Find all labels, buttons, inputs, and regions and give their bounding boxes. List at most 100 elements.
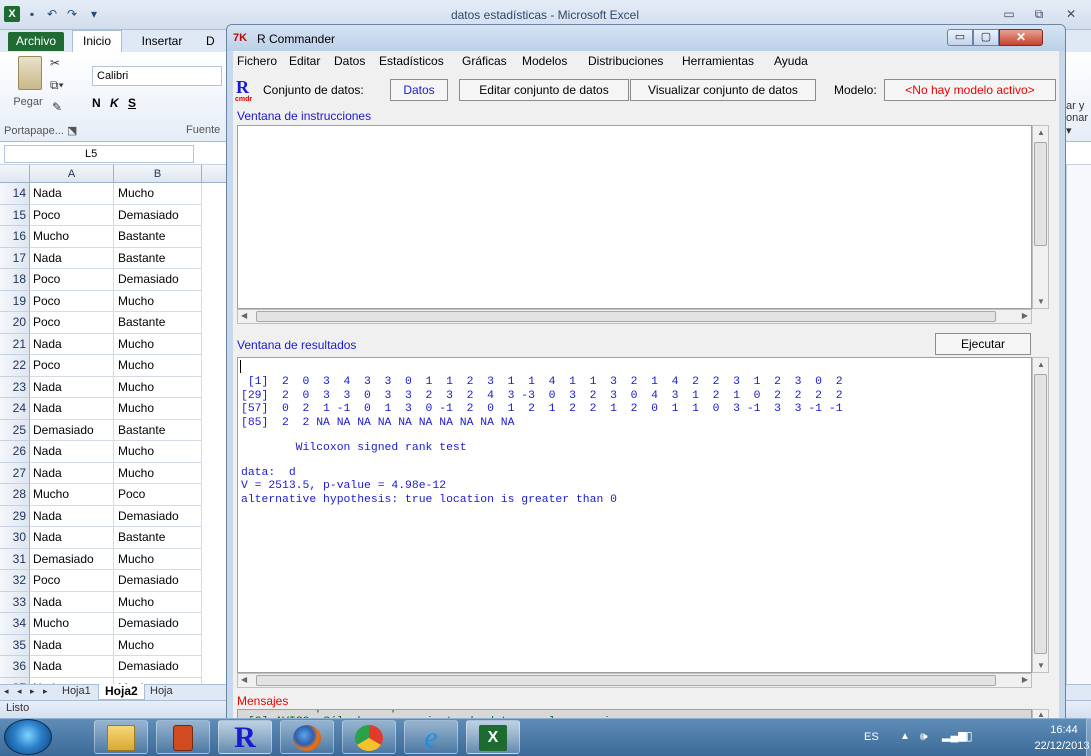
cell-b[interactable]: Demasiado bbox=[114, 204, 202, 226]
rcommander-title-bar[interactable] bbox=[227, 25, 1065, 51]
cell-a[interactable]: Demasiado bbox=[30, 419, 114, 441]
output-vertical-scrollbar[interactable]: ▲ ▼ bbox=[1032, 357, 1049, 673]
cell-a[interactable]: Nada bbox=[30, 656, 114, 678]
row-header[interactable]: 22 bbox=[0, 355, 30, 377]
row-header[interactable]: 26 bbox=[0, 441, 30, 463]
row-header[interactable]: 14 bbox=[0, 183, 30, 205]
cell-b[interactable]: Bastante bbox=[114, 527, 202, 549]
cell-a[interactable]: Nada bbox=[30, 183, 114, 205]
cell-a[interactable]: Nada bbox=[30, 634, 114, 656]
bold-button[interactable]: N bbox=[92, 96, 106, 110]
taskbar-excel[interactable]: X bbox=[466, 720, 520, 754]
cell-a[interactable]: Nada bbox=[30, 505, 114, 527]
name-box[interactable]: L5 bbox=[4, 145, 194, 163]
row-header[interactable]: 18 bbox=[0, 269, 30, 291]
cell-b[interactable]: Bastante bbox=[114, 247, 202, 269]
menu-datos[interactable]: Datos bbox=[334, 54, 365, 68]
column-header-b[interactable]: B bbox=[114, 165, 202, 183]
tab-diseno[interactable]: D bbox=[206, 30, 226, 52]
row-header[interactable]: 23 bbox=[0, 376, 30, 398]
row-header[interactable]: 21 bbox=[0, 333, 30, 355]
language-indicator[interactable]: ES bbox=[864, 731, 879, 743]
tab-insertar[interactable]: Insertar bbox=[132, 30, 192, 52]
tab-inicio[interactable]: Inicio bbox=[72, 30, 122, 52]
cell-b[interactable]: Mucho bbox=[114, 376, 202, 398]
format-painter-icon[interactable]: ✎ bbox=[52, 100, 62, 114]
cell-a[interactable]: Mucho bbox=[30, 613, 114, 635]
ribbon-right-label-2[interactable]: onar ▾ bbox=[1066, 112, 1091, 137]
row-header[interactable]: 29 bbox=[0, 505, 30, 527]
row-header[interactable]: 27 bbox=[0, 462, 30, 484]
menu-distribuciones[interactable]: Distribuciones bbox=[588, 54, 663, 68]
row-header[interactable]: 34 bbox=[0, 613, 30, 635]
scroll-thumb[interactable] bbox=[256, 675, 996, 686]
tab-archivo[interactable]: Archivo bbox=[8, 32, 64, 51]
taskbar-chrome[interactable] bbox=[342, 720, 396, 754]
instructions-textarea[interactable] bbox=[237, 125, 1032, 309]
scroll-right-icon[interactable]: ▶ bbox=[1022, 311, 1028, 320]
row-header[interactable]: 36 bbox=[0, 656, 30, 678]
menu-graficas[interactable]: Gráficas bbox=[462, 54, 507, 68]
instructions-vertical-scrollbar[interactable]: ▲ ▼ bbox=[1032, 125, 1049, 309]
cell-a[interactable]: Mucho bbox=[30, 226, 114, 248]
sheet-tab-hoja1[interactable]: Hoja1 bbox=[62, 685, 91, 697]
taskbar-firefox[interactable] bbox=[280, 720, 334, 754]
cell-b[interactable]: Poco bbox=[114, 484, 202, 506]
scroll-down-icon[interactable]: ▼ bbox=[1037, 661, 1045, 670]
font-name-select[interactable]: Calibri bbox=[92, 66, 222, 86]
customize-quick-access-icon[interactable]: ▾ bbox=[86, 6, 102, 22]
cell-b[interactable]: Bastante bbox=[114, 419, 202, 441]
scroll-thumb[interactable] bbox=[1034, 374, 1047, 654]
menu-ayuda[interactable]: Ayuda bbox=[774, 54, 808, 68]
cell-a[interactable]: Nada bbox=[30, 441, 114, 463]
cell-b[interactable]: Demasiado bbox=[114, 613, 202, 635]
menu-herramientas[interactable]: Herramientas bbox=[682, 54, 754, 68]
row-header[interactable]: 20 bbox=[0, 312, 30, 334]
sheet-nav-arrows[interactable]: ◂ ◂ ▸ ▸ bbox=[4, 686, 51, 697]
cell-a[interactable]: Poco bbox=[30, 355, 114, 377]
save-icon[interactable]: ▪ bbox=[24, 6, 40, 22]
column-header-a[interactable]: A bbox=[30, 165, 114, 183]
cell-b[interactable]: Mucho bbox=[114, 290, 202, 312]
cell-a[interactable]: Poco bbox=[30, 570, 114, 592]
underline-button[interactable]: S bbox=[128, 96, 142, 110]
cell-a[interactable]: Demasiado bbox=[30, 548, 114, 570]
italic-button[interactable]: K bbox=[110, 96, 124, 110]
select-all-corner[interactable] bbox=[0, 165, 30, 183]
cell-b[interactable]: Bastante bbox=[114, 312, 202, 334]
paste-icon[interactable] bbox=[18, 56, 42, 90]
show-hidden-icons-icon[interactable]: ▲ bbox=[900, 731, 910, 742]
cut-icon[interactable]: ✂ bbox=[50, 56, 60, 70]
output-horizontal-scrollbar[interactable]: ◀ ▶ bbox=[237, 673, 1032, 688]
row-header[interactable]: 24 bbox=[0, 398, 30, 420]
cell-a[interactable]: Poco bbox=[30, 312, 114, 334]
row-header[interactable]: 31 bbox=[0, 548, 30, 570]
show-desktop-button[interactable] bbox=[1086, 718, 1091, 756]
cell-b[interactable]: Mucho bbox=[114, 355, 202, 377]
cell-b[interactable]: Mucho bbox=[114, 591, 202, 613]
cell-a[interactable]: Nada bbox=[30, 462, 114, 484]
cell-b[interactable]: Demasiado bbox=[114, 570, 202, 592]
excel-restore-icon[interactable]: ⧉ bbox=[1030, 6, 1048, 22]
cell-b[interactable]: Demasiado bbox=[114, 269, 202, 291]
scroll-up-icon[interactable]: ▲ bbox=[1037, 128, 1045, 137]
active-model-button[interactable]: <No hay modelo activo> bbox=[884, 79, 1056, 101]
clock-time[interactable]: 16:44 bbox=[1040, 724, 1088, 736]
clock-date[interactable]: 22/12/2013 bbox=[1034, 740, 1090, 752]
excel-close-icon[interactable]: ✕ bbox=[1062, 6, 1080, 22]
scroll-left-icon[interactable]: ◀ bbox=[241, 311, 247, 320]
copy-icon[interactable]: ⧉▾ bbox=[50, 78, 64, 93]
cell-a[interactable]: Nada bbox=[30, 247, 114, 269]
maximize-icon[interactable]: ▢ bbox=[973, 29, 999, 46]
close-icon[interactable]: ✕ bbox=[999, 29, 1043, 46]
scroll-thumb[interactable] bbox=[256, 311, 996, 322]
start-orb-icon[interactable] bbox=[4, 719, 52, 755]
cell-a[interactable]: Poco bbox=[30, 269, 114, 291]
row-header[interactable]: 19 bbox=[0, 290, 30, 312]
cell-a[interactable]: Nada bbox=[30, 591, 114, 613]
row-header[interactable]: 17 bbox=[0, 247, 30, 269]
row-header[interactable]: 35 bbox=[0, 634, 30, 656]
cell-b[interactable]: Mucho bbox=[114, 634, 202, 656]
menu-editar[interactable]: Editar bbox=[289, 54, 320, 68]
cell-b[interactable]: Mucho bbox=[114, 462, 202, 484]
